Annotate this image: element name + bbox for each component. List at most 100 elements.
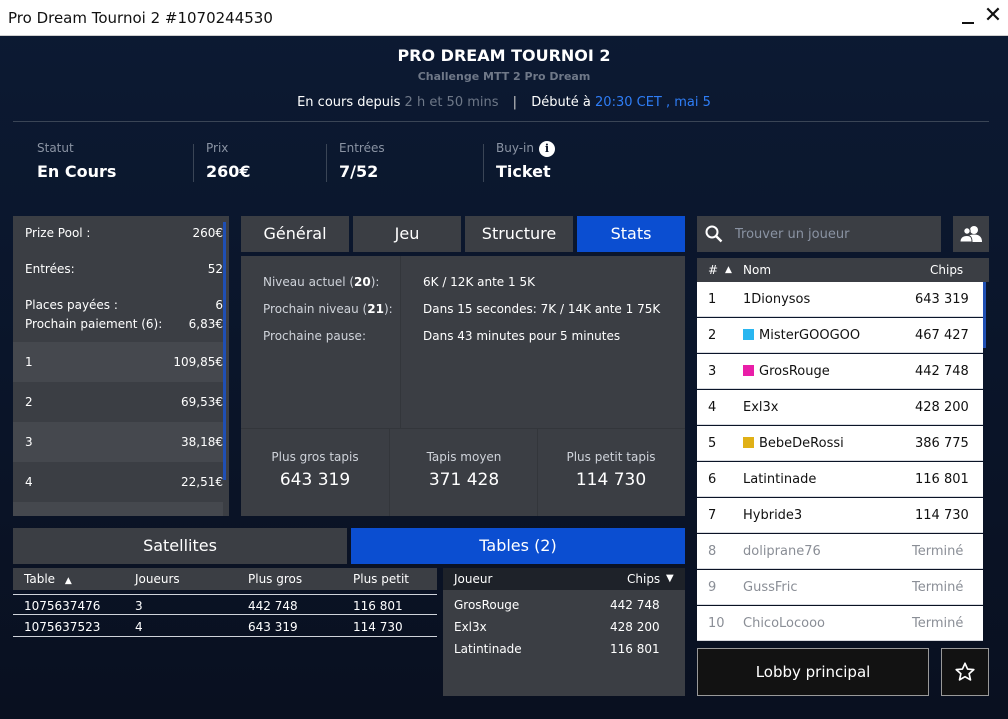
col-chips[interactable]: Chips	[627, 572, 660, 586]
next-break-label: Prochaine pause:	[263, 329, 366, 343]
prize-label: Prix	[206, 141, 229, 155]
player-color-tag	[743, 329, 754, 340]
payout-row	[13, 502, 223, 516]
col-smallest[interactable]: Plus petit	[353, 572, 409, 586]
tournament-subtitle: Challenge MTT 2 Pro Dream	[417, 70, 591, 83]
col-players[interactable]: Joueurs	[135, 572, 180, 586]
player-name: MisterGOOGOO	[759, 328, 861, 343]
table-smallest: 114 730	[353, 620, 403, 634]
table-players: 4	[135, 620, 143, 634]
player-name: Hybride3	[743, 508, 803, 523]
player-rank: 4	[708, 400, 717, 415]
average-stack: Tapis moyen 371 428	[390, 428, 538, 516]
payout-row: 2 69,53€	[13, 382, 223, 422]
player-row[interactable]: 10 ChicoLocooo Terminé	[697, 606, 983, 641]
entries-value: 7/52	[339, 162, 379, 181]
player-row[interactable]: 8 dolipranе76 Terminé	[697, 534, 983, 569]
table-row[interactable]: 1075637476 3 442 748 116 801	[13, 594, 437, 615]
entries-label: Entrées	[339, 141, 385, 155]
player-chips: 428 200	[915, 400, 969, 415]
player-chips: 386 775	[915, 436, 969, 451]
prize-scrollbar[interactable]	[223, 222, 226, 480]
tab-tables[interactable]: Tables (2)	[351, 528, 685, 564]
player-row[interactable]: 4 Exl3x 428 200	[697, 390, 983, 425]
player-chips: 114 730	[915, 508, 969, 523]
table-row[interactable]: 1075637523 4 643 319 114 730	[13, 616, 437, 637]
paid-places-value: 6	[215, 298, 223, 312]
tab-jeu[interactable]: Jeu	[353, 216, 461, 252]
player-name-wrap: GrosRouge	[743, 364, 830, 379]
col-table[interactable]: Table ▲	[24, 572, 72, 586]
paid-places-label: Places payées :	[25, 298, 118, 312]
player-name: GussFric	[743, 580, 798, 595]
close-icon[interactable]: ✕	[982, 3, 1004, 29]
player-name-wrap: BebeDeRossi	[743, 436, 844, 451]
player-name: BebeDeRossi	[759, 436, 844, 451]
smallest-stack-label: Plus petit tapis	[566, 450, 656, 464]
header-divider	[13, 121, 989, 122]
player-color-tag	[743, 365, 754, 376]
player-row[interactable]: 5 BebeDeRossi 386 775	[697, 426, 983, 461]
next-level-label: Prochain niveau (21):	[263, 302, 393, 316]
player-status: Terminé	[912, 580, 964, 595]
window-titlebar: Pro Dream Tournoi 2 #1070244530 ✕	[0, 0, 1008, 36]
player-status: Terminé	[912, 616, 964, 631]
panel-divider	[400, 256, 401, 428]
player-name: dolipranе76	[743, 544, 821, 559]
sort-desc-icon[interactable]: ▼	[666, 573, 674, 584]
player-color-tag	[743, 437, 754, 448]
tournament-timing: En cours depuis 2 h et 50 mins | Débuté …	[0, 95, 1008, 110]
tab-general[interactable]: Général	[241, 216, 349, 252]
player-row[interactable]: 9 GussFric Terminé	[697, 570, 983, 605]
biggest-stack-label: Plus gros tapis	[271, 450, 359, 464]
players-header: # ▲ Nom Chips	[697, 258, 989, 282]
prize-pool-value: 260€	[192, 226, 223, 240]
payout-row: 4 22,51€	[13, 462, 223, 502]
smallest-stack-value: 114 730	[575, 470, 647, 490]
player-row[interactable]: 1 1Dionysos 643 319	[697, 282, 983, 317]
minimize-icon[interactable]	[958, 6, 978, 28]
table-player-chips: 442 748	[610, 598, 660, 612]
tab-structure[interactable]: Structure	[465, 216, 573, 252]
panel-entries-value: 52	[207, 262, 223, 276]
table-player-name: GrosRouge	[454, 598, 520, 612]
player-status: Terminé	[912, 544, 964, 559]
prize-value: 260€	[206, 162, 251, 181]
col-name[interactable]: Nom	[743, 263, 771, 277]
next-payout-label: Prochain paiement (6):	[25, 317, 163, 331]
info-icon[interactable]: i	[539, 141, 555, 157]
col-rank[interactable]: #	[708, 263, 718, 277]
tables-header: Table ▲ Joueurs Plus gros Plus petit	[13, 568, 437, 590]
favorite-button[interactable]	[941, 648, 989, 696]
search-input[interactable]: Trouver un joueur	[735, 227, 849, 242]
tab-satellites[interactable]: Satellites	[13, 528, 347, 564]
table-smallest: 116 801	[353, 599, 403, 613]
col-biggest[interactable]: Plus gros	[248, 572, 302, 586]
sort-asc-icon[interactable]: ▲	[725, 265, 732, 275]
payout-row: 1 109,85€	[13, 342, 223, 382]
player-row[interactable]: 6 Latintinade 116 801	[697, 462, 983, 497]
payout-amount: 22,51€	[181, 475, 223, 489]
col-chips[interactable]: Chips	[930, 263, 963, 277]
search-box[interactable]: Trouver un joueur	[697, 216, 941, 252]
player-row[interactable]: 2 MisterGOOGOO 467 427	[697, 318, 983, 353]
player-rank: 9	[708, 580, 717, 595]
player-rank: 2	[708, 328, 717, 343]
biggest-stack-value: 643 319	[279, 470, 351, 490]
player-rank: 1	[708, 292, 717, 307]
col-player[interactable]: Joueur	[454, 572, 492, 586]
lobby-button[interactable]: Lobby principal	[697, 648, 929, 696]
table-players-header: Joueur Chips ▼	[443, 568, 685, 590]
table-id: 1075637523	[24, 620, 101, 634]
tab-stats[interactable]: Stats	[577, 216, 685, 252]
player-row[interactable]: 7 Hybride3 114 730	[697, 498, 983, 533]
payout-place: 2	[25, 395, 33, 409]
players-scrollbar[interactable]	[983, 282, 986, 348]
player-name: 1Dionysos	[743, 292, 811, 307]
friends-button[interactable]	[953, 216, 989, 252]
current-level-value: 6K / 12K ante 1 5K	[423, 275, 535, 289]
player-row[interactable]: 3 GrosRouge 442 748	[697, 354, 983, 389]
table-id: 1075637476	[24, 599, 101, 613]
payout-place: 4	[25, 475, 33, 489]
status-label: Statut	[37, 141, 74, 155]
